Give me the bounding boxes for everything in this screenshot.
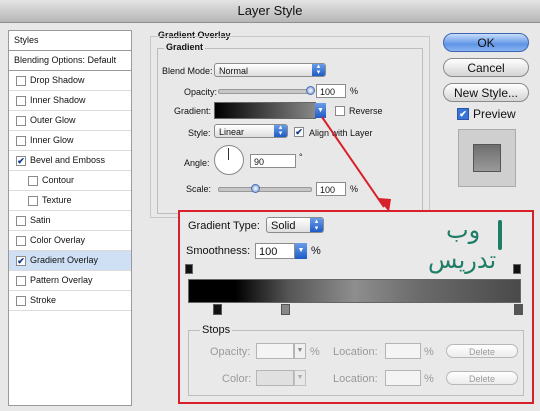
smoothness-label: Smoothness:	[186, 245, 251, 257]
stop-opacity-label: Opacity:	[210, 346, 251, 358]
stops-title: Stops	[200, 324, 233, 336]
smoothness-field[interactable]: 100	[255, 243, 295, 259]
stops-group-frame	[188, 330, 524, 396]
stop-opacity-location-label: Location:	[333, 346, 378, 358]
opacity-stop-right[interactable]	[513, 264, 521, 274]
stop-opacity-location-unit: %	[424, 346, 434, 358]
gradient-type-label: Gradient Type:	[188, 220, 260, 232]
watermark-logo: وب تدریس	[428, 216, 518, 282]
popup-arrows-icon: ▴ ▾	[310, 218, 323, 232]
stop-opacity-field[interactable]	[256, 343, 294, 359]
color-stop-1[interactable]	[213, 304, 222, 315]
stop-opacity-location-field[interactable]	[385, 343, 421, 359]
stop-opacity-delete-button[interactable]: Delete	[446, 344, 518, 358]
watermark-text-bottom: تدریس	[428, 246, 497, 274]
stop-opacity-unit: %	[310, 346, 320, 358]
stop-color-swatch[interactable]	[256, 370, 294, 386]
smoothness-unit: %	[311, 245, 321, 257]
gradient-type-select[interactable]: Solid ▴ ▾	[266, 217, 324, 233]
color-stop-2[interactable]	[281, 304, 290, 315]
stop-opacity-dropdown-icon[interactable]: ▼	[294, 343, 306, 359]
color-stop-3[interactable]	[514, 304, 523, 315]
smoothness-dropdown-arrow-icon[interactable]: ▼	[295, 243, 307, 259]
opacity-stop-left[interactable]	[185, 264, 193, 274]
gradient-bar[interactable]	[188, 279, 521, 303]
stop-color-location-label: Location:	[333, 373, 378, 385]
stop-color-label: Color:	[222, 373, 252, 385]
stop-color-delete-button[interactable]: Delete	[446, 371, 518, 385]
gradient-type-value: Solid	[271, 220, 296, 232]
stop-color-location-unit: %	[424, 373, 434, 385]
gradient-editor-panel: Gradient Type: Solid ▴ ▾ Smoothness: 100 …	[178, 210, 534, 404]
stop-color-dropdown-icon[interactable]: ▼	[294, 370, 306, 386]
watermark-text-top: وب	[446, 216, 481, 244]
watermark-stroke	[498, 220, 502, 250]
stop-color-location-field[interactable]	[385, 370, 421, 386]
